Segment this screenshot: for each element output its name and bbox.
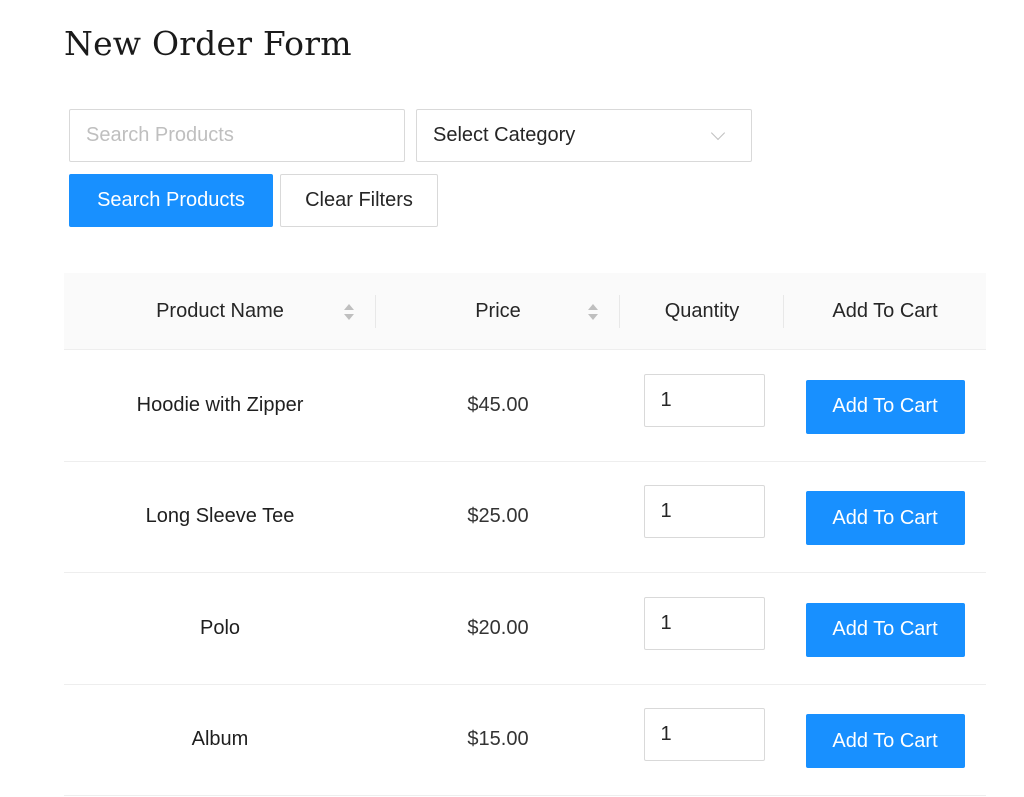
quantity-input[interactable] — [643, 373, 765, 427]
sort-icon[interactable] — [588, 304, 598, 320]
table-row: Long Sleeve Tee $25.00 Add To Cart — [64, 462, 986, 573]
column-header-product-name[interactable]: Product Name — [64, 273, 376, 349]
clear-filters-button[interactable]: Clear Filters — [280, 174, 438, 227]
quantity-cell — [620, 350, 784, 461]
table-row: Album $15.00 Add To Cart — [64, 685, 986, 796]
table-row: Polo $20.00 Add To Cart — [64, 573, 986, 685]
table-header: Product Name Price Quantity Add To Cart — [64, 273, 986, 350]
add-to-cart-cell: Add To Cart — [784, 350, 986, 461]
category-select[interactable]: Select Category — [416, 109, 752, 162]
products-table: Product Name Price Quantity Add To Cart … — [64, 273, 986, 796]
quantity-cell — [620, 462, 784, 573]
add-to-cart-cell: Add To Cart — [784, 573, 986, 684]
column-header-add-to-cart: Add To Cart — [784, 273, 986, 349]
quantity-input[interactable] — [643, 485, 765, 539]
add-to-cart-button[interactable]: Add To Cart — [805, 602, 965, 657]
product-name-cell: Long Sleeve Tee — [145, 505, 295, 528]
column-header-label: Quantity — [664, 299, 740, 322]
add-to-cart-button[interactable]: Add To Cart — [805, 491, 965, 546]
column-header-label: Product Name — [156, 299, 284, 322]
add-to-cart-button[interactable]: Add To Cart — [805, 379, 965, 434]
price-cell: $20.00 — [467, 616, 529, 639]
sort-icon[interactable] — [344, 304, 354, 320]
column-header-label: Add To Cart — [832, 299, 938, 322]
table-row: Hoodie with Zipper $45.00 Add To Cart — [64, 350, 986, 462]
search-products-button[interactable]: Search Products — [69, 174, 273, 227]
price-cell: $25.00 — [467, 505, 529, 528]
product-name-cell: Hoodie with Zipper — [136, 393, 304, 416]
column-header-label: Price — [475, 299, 521, 322]
quantity-input[interactable] — [643, 708, 765, 762]
price-cell: $15.00 — [467, 728, 529, 751]
chevron-down-icon — [710, 125, 726, 140]
category-select-value: Select Category — [433, 124, 576, 146]
add-to-cart-cell: Add To Cart — [784, 685, 986, 796]
add-to-cart-cell: Add To Cart — [784, 462, 986, 573]
add-to-cart-button[interactable]: Add To Cart — [805, 714, 965, 769]
search-input[interactable] — [69, 109, 405, 162]
quantity-cell — [620, 685, 784, 796]
product-name-cell: Polo — [199, 616, 241, 639]
column-header-price[interactable]: Price — [376, 273, 620, 349]
price-cell: $45.00 — [467, 393, 529, 416]
quantity-input[interactable] — [643, 596, 765, 650]
product-name-cell: Album — [191, 728, 249, 751]
quantity-cell — [620, 573, 784, 684]
column-header-quantity: Quantity — [620, 273, 784, 349]
page-title: New Order Form — [64, 24, 352, 63]
